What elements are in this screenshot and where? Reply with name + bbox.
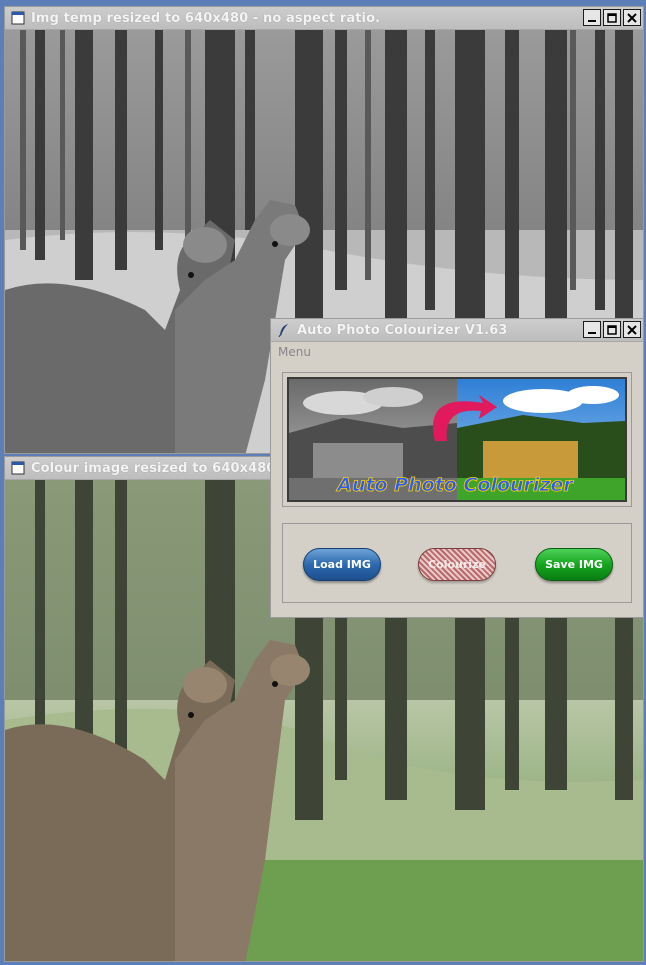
menu-bar: Menu	[271, 342, 643, 362]
maximize-icon	[607, 324, 617, 335]
colourizer-app-window: Auto Photo Colourizer V1.63 Menu Auto Ph…	[270, 318, 644, 618]
minimize-button[interactable]	[583, 321, 601, 338]
app-window-titlebar[interactable]: Auto Photo Colourizer V1.63	[271, 319, 643, 342]
close-icon	[627, 324, 637, 335]
close-button[interactable]	[623, 321, 641, 338]
colour-window-title: Colour image resized to 640x480. C	[31, 460, 295, 476]
grey-window-titlebar[interactable]: Img temp resized to 640x480 - no aspect …	[5, 7, 643, 30]
menu-item[interactable]: Menu	[278, 345, 311, 359]
maximize-icon	[607, 12, 617, 23]
save-img-button[interactable]: Save IMG	[535, 548, 613, 581]
close-button[interactable]	[623, 9, 641, 26]
feather-quill-icon	[278, 324, 288, 337]
grey-window-title: Img temp resized to 640x480 - no aspect …	[31, 10, 381, 26]
close-icon	[627, 12, 637, 23]
banner-image: Auto Photo Colourizer	[287, 377, 627, 502]
banner-panel: Auto Photo Colourizer	[282, 372, 632, 507]
window-icon	[11, 11, 25, 25]
banner-text: Auto Photo Colourizer	[335, 474, 574, 496]
minimize-button[interactable]	[583, 9, 601, 26]
buttons-panel: Load IMG Colourize Save IMG	[282, 523, 632, 603]
load-img-button[interactable]: Load IMG	[303, 548, 381, 581]
colourize-button[interactable]: Colourize	[418, 548, 496, 581]
minimize-icon	[588, 331, 596, 334]
window-icon	[11, 461, 25, 475]
maximize-button[interactable]	[603, 9, 621, 26]
maximize-button[interactable]	[603, 321, 621, 338]
minimize-icon	[588, 19, 596, 22]
app-window-title: Auto Photo Colourizer V1.63	[297, 322, 508, 338]
